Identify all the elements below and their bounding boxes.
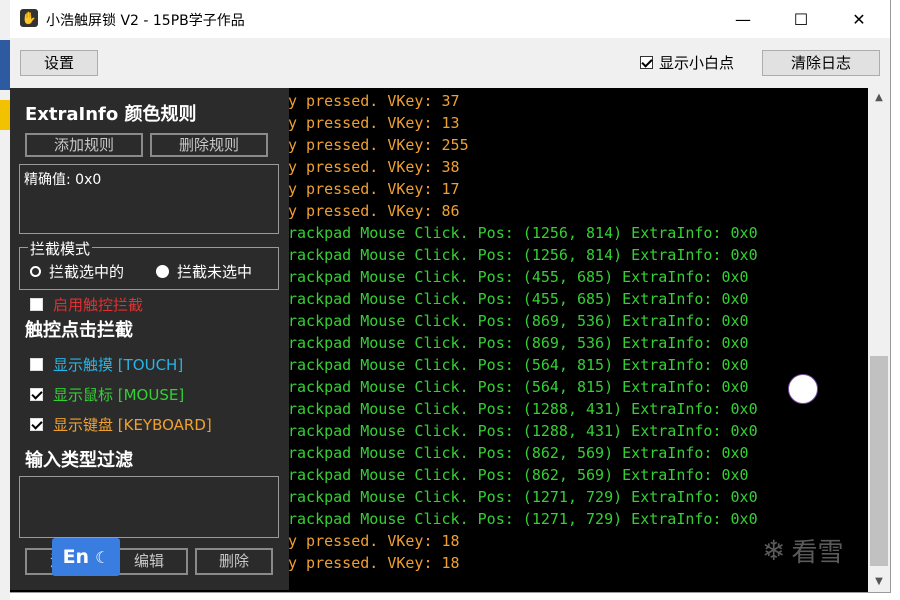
show-keyboard-checkbox[interactable] — [30, 418, 43, 431]
enable-touch-toggle[interactable]: 启用触控拦截 — [30, 294, 143, 315]
desktop-fragment — [0, 100, 10, 130]
panel-title: ExtraInfo 颜色规则 — [25, 104, 197, 125]
watermark-text: 看雪 — [791, 538, 844, 568]
show-dot-label: 显示小白点 — [659, 54, 735, 72]
show-mouse-label: 显示鼠标 [MOUSE] — [53, 386, 185, 404]
toolbar: 设置 显示小白点 清除日志 — [10, 38, 890, 88]
moon-icon: ☾ — [95, 547, 110, 567]
settings-panel: ExtraInfo 颜色规则 添加规则 删除规则 精确值: 0x0 拦截模式 拦… — [10, 88, 289, 590]
show-touch-toggle[interactable]: 显示触摸 [TOUCH] — [30, 354, 183, 375]
desktop-fragment — [0, 40, 10, 90]
show-touch-label: 显示触摸 [TOUCH] — [53, 356, 184, 374]
watermark: ❄ 看雪 — [762, 532, 843, 569]
enable-touch-label: 启用触控拦截 — [53, 296, 144, 314]
log-line: rackpad Mouse Click. Pos: (869, 536) Ext… — [288, 334, 749, 352]
rule-item[interactable]: 精确值: 0x0 — [24, 169, 101, 189]
touch-heading: 触控点击拦截 — [25, 320, 133, 341]
intercept-unselected-option[interactable]: 拦截未选中 — [156, 261, 252, 282]
settings-button[interactable]: 设置 — [20, 50, 98, 76]
log-scrollbar[interactable]: ▲ ▼ — [868, 88, 890, 592]
log-line: rackpad Mouse Click. Pos: (869, 536) Ext… — [288, 312, 749, 330]
show-dot-checkbox[interactable] — [640, 56, 653, 69]
ime-language-label: En — [62, 546, 90, 568]
delete-rule-button[interactable]: 删除规则 — [150, 133, 268, 157]
log-line: rackpad Mouse Click. Pos: (1271, 729) Ex… — [288, 510, 758, 528]
white-dot-indicator — [788, 374, 818, 404]
log-line: rackpad Mouse Click. Pos: (564, 815) Ext… — [288, 356, 749, 374]
intercept-selected-label: 拦截选中的 — [49, 263, 125, 281]
log-line: rackpad Mouse Click. Pos: (862, 569) Ext… — [288, 444, 749, 462]
filter-list[interactable] — [19, 476, 279, 538]
ime-indicator[interactable]: En ☾ — [52, 538, 120, 576]
log-line: y pressed. VKey: 38 — [288, 158, 460, 176]
edit-filter-button[interactable]: 编辑 — [110, 548, 188, 575]
title-bar: ✋ 小浩触屏锁 V2 - 15PB学子作品 — ☐ ✕ — [10, 0, 890, 38]
log-line: rackpad Mouse Click. Pos: (455, 685) Ext… — [288, 268, 749, 286]
log-line: rackpad Mouse Click. Pos: (1271, 729) Ex… — [288, 488, 758, 506]
radio-intercept-selected[interactable] — [30, 266, 41, 277]
log-line: y pressed. VKey: 13 — [288, 114, 460, 132]
rule-list[interactable]: 精确值: 0x0 — [19, 164, 279, 234]
add-rule-button[interactable]: 添加规则 — [25, 133, 143, 157]
desktop-edge — [0, 0, 10, 600]
show-dot-toggle[interactable]: 显示小白点 — [640, 52, 734, 73]
scroll-down-arrow-icon[interactable]: ▼ — [868, 572, 890, 592]
show-keyboard-label: 显示键盘 [KEYBOARD] — [53, 416, 212, 434]
delete-filter-button[interactable]: 删除 — [195, 548, 273, 575]
scroll-thumb[interactable] — [870, 356, 888, 566]
log-line: y pressed. VKey: 37 — [288, 92, 460, 110]
show-keyboard-toggle[interactable]: 显示键盘 [KEYBOARD] — [30, 414, 212, 435]
log-line: y pressed. VKey: 18 — [288, 532, 460, 550]
log-line: rackpad Mouse Click. Pos: (564, 815) Ext… — [288, 378, 749, 396]
radio-intercept-unselected[interactable] — [156, 265, 169, 278]
intercept-mode-legend: 拦截模式 — [28, 238, 93, 259]
snowflake-icon: ❄ — [762, 534, 786, 567]
intercept-unselected-label: 拦截未选中 — [177, 263, 253, 281]
window-title: 小浩触屏锁 V2 - 15PB学子作品 — [46, 13, 245, 29]
minimize-button[interactable]: — — [720, 0, 766, 38]
log-line: y pressed. VKey: 255 — [288, 136, 469, 154]
log-line: rackpad Mouse Click. Pos: (1288, 431) Ex… — [288, 422, 758, 440]
show-touch-checkbox[interactable] — [30, 358, 43, 371]
hand-icon: ✋ — [20, 9, 38, 27]
log-line: rackpad Mouse Click. Pos: (1256, 814) Ex… — [288, 224, 758, 242]
log-line: rackpad Mouse Click. Pos: (1256, 814) Ex… — [288, 246, 758, 264]
intercept-mode-group: 拦截模式 拦截选中的 拦截未选中 — [19, 238, 279, 290]
maximize-button[interactable]: ☐ — [778, 0, 824, 38]
log-line: rackpad Mouse Click. Pos: (1288, 431) Ex… — [288, 400, 758, 418]
log-line: rackpad Mouse Click. Pos: (455, 685) Ext… — [288, 290, 749, 308]
enable-touch-checkbox[interactable] — [30, 298, 43, 311]
log-line: y pressed. VKey: 17 — [288, 180, 460, 198]
intercept-selected-option[interactable]: 拦截选中的 — [30, 261, 124, 282]
filter-heading: 输入类型过滤 — [25, 450, 133, 471]
show-mouse-checkbox[interactable] — [30, 388, 43, 401]
log-line: rackpad Mouse Click. Pos: (862, 569) Ext… — [288, 466, 749, 484]
log-line: y pressed. VKey: 86 — [288, 202, 460, 220]
scroll-up-arrow-icon[interactable]: ▲ — [868, 88, 890, 108]
log-line: y pressed. VKey: 18 — [288, 554, 460, 572]
show-mouse-toggle[interactable]: 显示鼠标 [MOUSE] — [30, 384, 184, 405]
clear-log-button[interactable]: 清除日志 — [762, 50, 880, 76]
close-button[interactable]: ✕ — [836, 0, 882, 38]
